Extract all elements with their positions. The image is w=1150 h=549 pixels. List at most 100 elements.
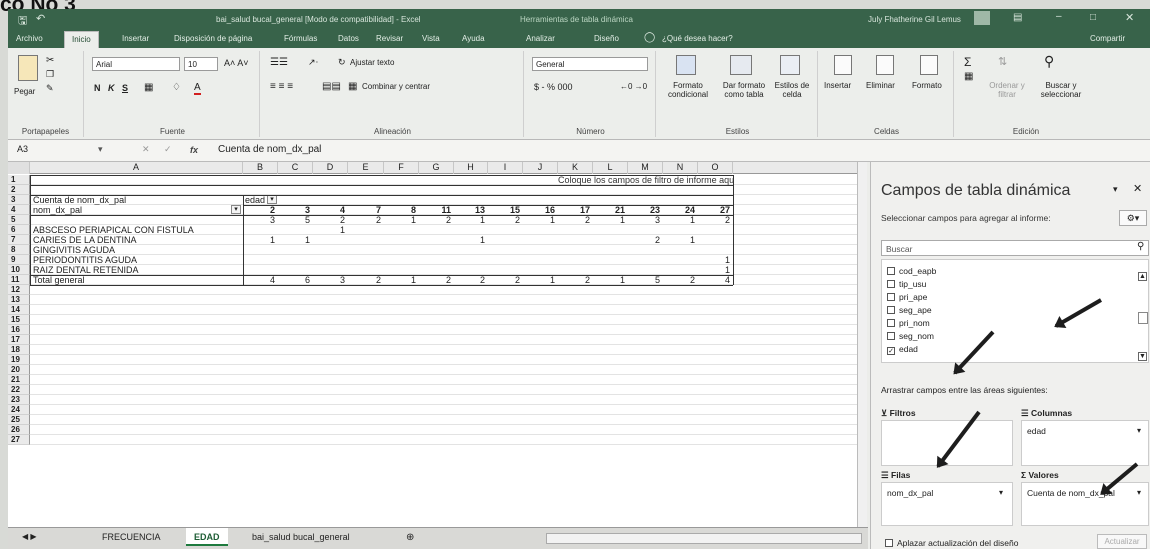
tab-analizar[interactable]: Analizar	[526, 34, 555, 43]
sheet-tab-bai[interactable]: bai_salud bucal_general	[244, 528, 358, 546]
insert-function-icon[interactable]: fx	[190, 145, 198, 155]
diagnosis-label[interactable]: ABSCESO PERIAPICAL CON FISTULA	[30, 225, 243, 235]
field-item[interactable]: cod_eapb	[887, 266, 936, 276]
sheet-tab-frecuencia[interactable]: FRECUENCIA	[94, 528, 169, 546]
vertical-scrollbar[interactable]	[857, 162, 867, 527]
name-box-dropdown-icon[interactable]: ▾	[98, 144, 103, 155]
age-column-header[interactable]: 15	[488, 205, 523, 215]
pivot-value[interactable]: 1	[313, 225, 348, 235]
pivot-value[interactable]: 2	[419, 215, 454, 225]
font-color-icon[interactable]: A	[194, 82, 201, 95]
field-item[interactable]: tip_usu	[887, 279, 926, 289]
age-column-header[interactable]: 17	[558, 205, 593, 215]
align-left-icon[interactable]: ≡ ≡ ≡	[270, 81, 293, 92]
total-value[interactable]: 3	[313, 275, 348, 285]
delete-button[interactable]: Eliminar	[866, 81, 895, 90]
rows-field-pill[interactable]: nom_dx_pal	[887, 488, 933, 498]
pivot-value[interactable]: 2	[488, 215, 523, 225]
restore-icon[interactable]: □	[1090, 12, 1096, 23]
pivot-value[interactable]: 1	[278, 235, 313, 245]
paste-button[interactable]: Pegar	[14, 87, 35, 96]
total-value[interactable]: 1	[523, 275, 558, 285]
enter-icon[interactable]: ✓	[164, 144, 172, 155]
wrap-text-button[interactable]: Ajustar texto	[350, 58, 394, 67]
field-checkbox[interactable]: ✓	[887, 347, 895, 355]
values-field-dropdown-icon[interactable]: ▾	[1137, 488, 1141, 497]
column-header[interactable]: H	[454, 162, 488, 174]
row-header[interactable]: 27	[8, 435, 30, 445]
field-checkbox[interactable]	[887, 280, 895, 288]
total-value[interactable]: 2	[488, 275, 523, 285]
diagnosis-label[interactable]: RAIZ DENTAL RETENIDA	[30, 265, 243, 275]
minimize-icon[interactable]: –	[1056, 11, 1062, 22]
pivot-value[interactable]: 2	[313, 215, 348, 225]
cell-styles-icon[interactable]	[780, 55, 800, 75]
age-column-header[interactable]: 11	[419, 205, 454, 215]
format-cells-icon[interactable]	[920, 55, 938, 75]
diagnosis-label[interactable]: PERIODONTITIS AGUDA	[30, 255, 243, 265]
format-table-icon[interactable]	[730, 55, 752, 75]
row-header[interactable]: 5	[8, 215, 30, 225]
column-header[interactable]: B	[243, 162, 278, 174]
font-size-select[interactable]: 10	[184, 57, 218, 71]
panel-close-icon[interactable]: ✕	[1133, 182, 1142, 195]
name-box[interactable]: A3	[11, 144, 91, 158]
tab-inicio[interactable]: Inicio	[64, 31, 99, 48]
pivot-row-field[interactable]: nom_dx_pal	[30, 205, 243, 215]
tab-datos[interactable]: Datos	[338, 34, 359, 43]
format-button[interactable]: Formato	[912, 81, 942, 90]
pivot-value[interactable]: 1	[523, 215, 558, 225]
sort-filter-button[interactable]: Ordenar y filtrar	[988, 81, 1026, 99]
bold-button[interactable]: N	[94, 83, 101, 93]
row-header[interactable]: 23	[8, 395, 30, 405]
column-header[interactable]: C	[278, 162, 313, 174]
italic-button[interactable]: K	[108, 83, 115, 93]
pivot-values-label[interactable]: Cuenta de nom_dx_pal	[30, 195, 243, 205]
row-header[interactable]: 9	[8, 255, 30, 265]
column-header[interactable]: L	[593, 162, 628, 174]
field-checkbox[interactable]	[887, 267, 895, 275]
diagnosis-label[interactable]: CARIES DE LA DENTINA	[30, 235, 243, 245]
column-header[interactable]: G	[419, 162, 454, 174]
row-header[interactable]: 17	[8, 335, 30, 345]
field-item[interactable]: seg_nom	[887, 331, 934, 341]
tab-disposicion[interactable]: Disposición de página	[174, 34, 252, 43]
insert-cells-icon[interactable]	[834, 55, 852, 75]
undo-icon[interactable]: ↶	[36, 12, 45, 25]
row-header[interactable]: 6	[8, 225, 30, 235]
paste-icon[interactable]	[18, 55, 38, 81]
total-value[interactable]: 1	[384, 275, 419, 285]
pivot-value[interactable]: 5	[278, 215, 313, 225]
row-header[interactable]: 7	[8, 235, 30, 245]
tab-insertar[interactable]: Insertar	[122, 34, 149, 43]
age-column-header[interactable]: 2	[243, 205, 278, 215]
pivot-value[interactable]: 2	[628, 235, 663, 245]
age-column-header[interactable]: 23	[628, 205, 663, 215]
field-checkbox[interactable]	[887, 332, 895, 340]
grow-font-icon[interactable]: A˄ A˅	[224, 58, 249, 68]
total-value[interactable]: 1	[593, 275, 628, 285]
horizontal-scrollbar[interactable]	[546, 533, 862, 544]
age-column-header[interactable]: 21	[593, 205, 628, 215]
panel-options-dropdown-icon[interactable]: ▾	[1113, 184, 1118, 195]
field-list-up-icon[interactable]: ▲	[1138, 272, 1147, 281]
total-value[interactable]: 2	[454, 275, 488, 285]
diagnosis-label[interactable]: GINGIVITIS AGUDA	[30, 245, 243, 255]
field-search-input[interactable]: Buscar	[881, 240, 1149, 256]
row-header[interactable]: 24	[8, 405, 30, 415]
field-item[interactable]: seg_ape	[887, 305, 932, 315]
row-header[interactable]: 16	[8, 325, 30, 335]
defer-update-checkbox[interactable]: Aplazar actualización del diseño	[885, 538, 1018, 548]
spreadsheet-grid[interactable]: ABCDEFGHIJKLMNO 1 2 3 4 5 6 7 8 9 10 11 12 13 14 15 16 1…	[8, 162, 857, 527]
column-header[interactable]: F	[384, 162, 419, 174]
number-format-select[interactable]: General	[532, 57, 648, 71]
age-column-header[interactable]: 24	[663, 205, 698, 215]
row-header[interactable]: 21	[8, 375, 30, 385]
sheet-nav-icon[interactable]: ◀ ▶	[14, 528, 45, 546]
age-column-header[interactable]: 16	[523, 205, 558, 215]
pivot-value[interactable]: 1	[454, 235, 488, 245]
filter-dropdown-icon[interactable]: ▾	[267, 195, 277, 204]
rows-field-dropdown-icon[interactable]: ▾	[999, 488, 1003, 497]
field-list-down-icon[interactable]: ▼	[1138, 352, 1147, 361]
total-value[interactable]: 6	[278, 275, 313, 285]
